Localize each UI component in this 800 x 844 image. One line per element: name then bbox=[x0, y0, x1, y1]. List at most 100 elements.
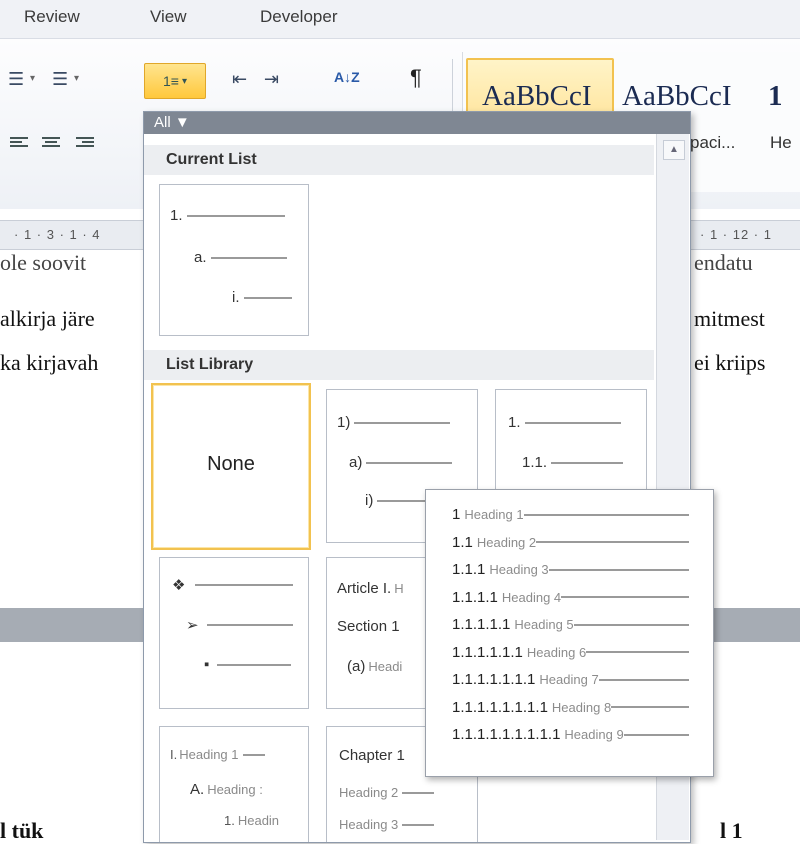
ribbon-divider bbox=[452, 59, 453, 119]
gallery-filter-bar[interactable]: All ▼ bbox=[144, 112, 690, 134]
sort-icon[interactable]: A↓Z bbox=[334, 69, 360, 85]
section-list-library: List Library bbox=[144, 350, 654, 380]
preview-level-number: 1.1.1.1.1 bbox=[452, 616, 511, 633]
list-style-roman-headings[interactable]: I. Heading 1 A. Heading : 1. Headin bbox=[159, 726, 309, 842]
diamond-bullet-icon: ❖ bbox=[172, 577, 186, 594]
style-name-nospacing: paci... bbox=[690, 133, 736, 152]
preview-heading-label: Heading 5 bbox=[514, 617, 574, 632]
decrease-indent-icon[interactable]: ⇤ bbox=[232, 69, 247, 90]
doc-bottom-right: l 1 bbox=[720, 818, 743, 843]
doc-line-3-left: ka kirjavah bbox=[0, 350, 99, 375]
style-sample-nospacing[interactable]: AaBbCcI bbox=[622, 80, 732, 113]
level-label: 1. bbox=[508, 414, 521, 431]
level-label: Article I. bbox=[337, 580, 392, 597]
none-label: None bbox=[207, 453, 255, 475]
preview-level-number: 1.1.1.1.1.1 bbox=[452, 643, 523, 661]
level-label: I. bbox=[170, 747, 178, 762]
preview-line bbox=[586, 651, 689, 653]
doc-line-3-right: ei kriips bbox=[694, 350, 766, 375]
heading-label: Heading 1 bbox=[179, 747, 239, 762]
tab-developer[interactable]: Developer bbox=[260, 7, 338, 27]
increase-indent-icon[interactable]: ⇥ bbox=[264, 69, 279, 90]
preview-level-number: 1.1.1 bbox=[452, 561, 486, 578]
list-preview-tooltip: 1 Heading 1 1.1 Heading 2 1.1.1 Heading 3 1.1.… bbox=[425, 489, 714, 777]
scroll-up-icon[interactable]: ▲ bbox=[663, 140, 685, 160]
preview-heading-label: Heading 9 bbox=[564, 727, 624, 742]
style-sample-normal: AaBbCcI bbox=[482, 80, 592, 112]
level-label: A. bbox=[190, 781, 205, 798]
chevron-down-icon: ▾ bbox=[181, 75, 187, 87]
preview-heading-label: Heading 8 bbox=[551, 699, 612, 715]
preview-row: 1.1.1.1.1.1 Heading 6 bbox=[452, 644, 689, 661]
align-left-icon[interactable] bbox=[10, 135, 28, 151]
preview-heading-label: Heading 4 bbox=[501, 589, 562, 605]
level-label: Section 1 bbox=[337, 618, 400, 635]
level-label: i) bbox=[365, 492, 374, 509]
numbering-dropdown-icon[interactable]: ▾ bbox=[74, 73, 79, 84]
multilevel-list-button[interactable]: 1≡ ▾ bbox=[144, 63, 206, 99]
heading-label: H bbox=[394, 581, 404, 596]
preview-level-number: 1 bbox=[452, 506, 461, 523]
doc-line-1-right: endatu bbox=[694, 250, 753, 275]
level-label: 1.1. bbox=[522, 454, 548, 471]
preview-heading-label: Heading 2 bbox=[476, 534, 537, 550]
preview-row: 1.1 Heading 2 bbox=[452, 534, 689, 551]
preview-line bbox=[561, 596, 689, 598]
preview-row: 1.1.1 Heading 3 bbox=[452, 561, 689, 578]
pilcrow-icon[interactable]: ¶ bbox=[410, 65, 422, 91]
preview-row: 1 Heading 1 bbox=[452, 506, 689, 523]
preview-heading-label: Heading 6 bbox=[526, 644, 587, 660]
numbering-icon[interactable]: ☰ bbox=[52, 69, 68, 90]
list-style-bullets[interactable]: ❖ ➢ ▪ bbox=[159, 557, 309, 709]
preview-row: 1.1.1.1.1 Heading 5 bbox=[452, 616, 689, 633]
preview-row: 1.1.1.1.1.1.1.1 Heading 8 bbox=[452, 699, 689, 716]
arrow-bullet-icon: ➢ bbox=[186, 617, 199, 634]
level-label: 1. bbox=[170, 207, 183, 224]
level-label: (a) bbox=[347, 658, 366, 675]
tab-review[interactable]: Review bbox=[24, 7, 80, 27]
level-label: 1. bbox=[224, 813, 235, 828]
preview-heading-label: Heading 3 bbox=[489, 562, 549, 577]
preview-line bbox=[598, 678, 689, 681]
list-style-none[interactable]: None bbox=[151, 383, 311, 550]
preview-row: 1.1.1.1.1.1.1.1.1 Heading 9 bbox=[452, 726, 689, 743]
preview-level-number: 1.1.1.1.1.1.1.1.1 bbox=[452, 726, 561, 743]
preview-level-number: 1.1.1.1.1.1.1 bbox=[452, 671, 536, 688]
square-bullet-icon: ▪ bbox=[204, 656, 210, 673]
level-label: a. bbox=[194, 249, 207, 266]
ruler-left-marks: · 1 · 3 · 1 · 4 bbox=[14, 227, 101, 242]
style-sample-heading1[interactable]: 1 bbox=[768, 80, 783, 113]
heading-label: Headi bbox=[368, 659, 403, 674]
multilevel-list-icon: 1≡ bbox=[163, 73, 179, 89]
align-right-icon[interactable] bbox=[76, 135, 94, 151]
menu-bar: Review View Developer bbox=[0, 0, 800, 39]
section-list-library-title: List Library bbox=[166, 356, 254, 373]
filter-dropdown[interactable]: All ▼ bbox=[154, 114, 190, 131]
preview-level-number: 1.1 bbox=[452, 533, 473, 551]
bullets-dropdown-icon[interactable]: ▾ bbox=[30, 73, 35, 84]
preview-row: 1.1.1.1 Heading 4 bbox=[452, 589, 689, 606]
level-label: i. bbox=[232, 289, 240, 306]
preview-heading-label: Heading 7 bbox=[539, 672, 599, 687]
preview-line bbox=[611, 706, 689, 708]
doc-line-2-left: alkirja järe bbox=[0, 306, 95, 331]
tab-view[interactable]: View bbox=[150, 7, 187, 27]
doc-line-1-left: ole soovit bbox=[0, 250, 87, 275]
preview-level-number: 1.1.1.1 bbox=[452, 588, 498, 606]
align-center-icon[interactable] bbox=[42, 135, 60, 151]
style-name-heading1: He bbox=[770, 133, 792, 152]
bullets-icon[interactable]: ☰ bbox=[8, 69, 24, 90]
doc-line-2-right: mitmest bbox=[694, 306, 765, 331]
preview-heading-label: Heading 1 bbox=[464, 507, 524, 522]
current-list-tile[interactable]: 1. a. i. bbox=[159, 184, 309, 336]
preview-line bbox=[573, 623, 689, 626]
heading-label: Heading 2 bbox=[339, 785, 399, 800]
level-label: Chapter 1 bbox=[339, 747, 405, 764]
level-label: a) bbox=[349, 454, 363, 471]
heading-label: Heading : bbox=[207, 782, 263, 797]
preview-row: 1.1.1.1.1.1.1 Heading 7 bbox=[452, 671, 689, 688]
preview-line bbox=[523, 513, 689, 516]
section-current-list: Current List bbox=[144, 145, 654, 175]
ruler-right-marks: · 1 · 12 · 1 bbox=[700, 227, 772, 242]
preview-line bbox=[623, 733, 689, 736]
